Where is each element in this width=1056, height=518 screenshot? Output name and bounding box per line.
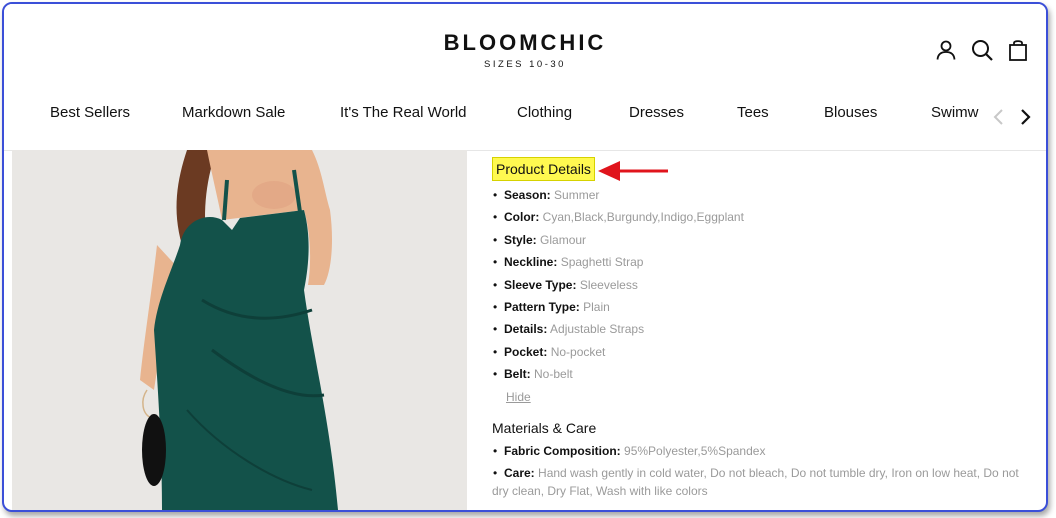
brand-logo[interactable]: BLOOMCHIC SIZES 10-30 (4, 30, 1046, 70)
detail-label: Belt: (504, 367, 531, 382)
detail-label: Season: (504, 188, 551, 202)
nav-item-markdown-sale[interactable]: Markdown Sale (182, 104, 285, 121)
detail-item-belt: Belt: No-belt (492, 363, 744, 386)
detail-label: Sleeve Type: (504, 277, 577, 292)
detail-item-pattern-type: Pattern Type: Plain (492, 296, 744, 319)
search-icon[interactable] (970, 38, 994, 62)
detail-label: Neckline: (504, 255, 558, 270)
detail-item-style: Style: Glamour (492, 229, 744, 252)
nav-item-clothing[interactable]: Clothing (517, 104, 572, 121)
detail-value: Summer (554, 188, 600, 202)
nav-item-best-sellers[interactable]: Best Sellers (50, 104, 130, 121)
detail-item-neckline: Neckline: Spaghetti Strap (492, 251, 744, 274)
nav-item-tees[interactable]: Tees (737, 104, 769, 121)
detail-label: Pocket: (504, 344, 548, 359)
material-label: Care: (504, 466, 535, 480)
dress-model-illustration (12, 150, 467, 510)
header-icons (934, 38, 1030, 62)
detail-item-details: Details: Adjustable Straps (492, 318, 744, 341)
nav-scroll-left-icon[interactable] (992, 108, 1006, 126)
nav-scroll-right-icon[interactable] (1018, 108, 1032, 126)
product-details-heading[interactable]: Product Details (492, 157, 595, 181)
detail-item-pocket: Pocket: No-pocket (492, 341, 744, 364)
shopping-bag-icon[interactable] (1006, 38, 1030, 62)
detail-value: Sleeveless (579, 277, 638, 292)
material-value: 95%Polyester,5%Spandex (624, 444, 766, 458)
detail-value: No-belt (534, 367, 573, 382)
materials-care-list: Fabric Composition: 95%Polyester,5%Spand… (492, 442, 1032, 504)
material-item-care: Care: Hand wash gently in cold water, Do… (492, 464, 1032, 500)
product-image[interactable] (12, 150, 467, 510)
detail-item-season: Season: Summer (492, 184, 744, 207)
red-arrow-annotation-icon (598, 161, 668, 181)
detail-value: Cyan,Black,Burgundy,Indigo,Eggplant (542, 210, 744, 225)
material-value: Hand wash gently in cold water, Do not b… (492, 466, 1019, 498)
detail-item-sleeve-type: Sleeve Type: Sleeveless (492, 274, 744, 297)
brand-tagline: SIZES 10-30 (484, 59, 566, 70)
screenshot-frame: BLOOMCHIC SIZES 10-30 Best Sellers Markd… (2, 2, 1048, 512)
material-label: Fabric Composition: (504, 444, 621, 458)
detail-label: Details: (504, 322, 548, 337)
account-icon[interactable] (934, 38, 958, 62)
brand-name: BLOOMCHIC (443, 30, 607, 55)
nav-item-blouses[interactable]: Blouses (824, 104, 877, 121)
detail-value: Glamour (540, 232, 587, 247)
product-details-list: Season: Summer Color: Cyan,Black,Burgund… (492, 184, 744, 386)
main-nav: Best Sellers Markdown Sale It's The Real… (50, 104, 986, 130)
detail-label: Color: (504, 210, 540, 225)
detail-value: Adjustable Straps (550, 322, 645, 337)
site-header: BLOOMCHIC SIZES 10-30 Best Sellers Markd… (4, 4, 1046, 151)
detail-value: Spaghetti Strap (560, 255, 644, 270)
nav-item-swimwear[interactable]: Swimw (931, 104, 979, 121)
hide-details-link[interactable]: Hide (506, 390, 531, 404)
detail-value: Plain (583, 299, 610, 314)
detail-item-color: Color: Cyan,Black,Burgundy,Indigo,Eggpla… (492, 206, 744, 229)
nav-item-real-world[interactable]: It's The Real World (340, 104, 467, 121)
detail-label: Style: (504, 232, 537, 247)
material-item-fabric: Fabric Composition: 95%Polyester,5%Spand… (492, 442, 1032, 460)
nav-item-dresses[interactable]: Dresses (629, 104, 684, 121)
materials-care-heading[interactable]: Materials & Care (492, 420, 596, 436)
detail-value: No-pocket (550, 344, 606, 359)
detail-label: Pattern Type: (504, 299, 580, 314)
